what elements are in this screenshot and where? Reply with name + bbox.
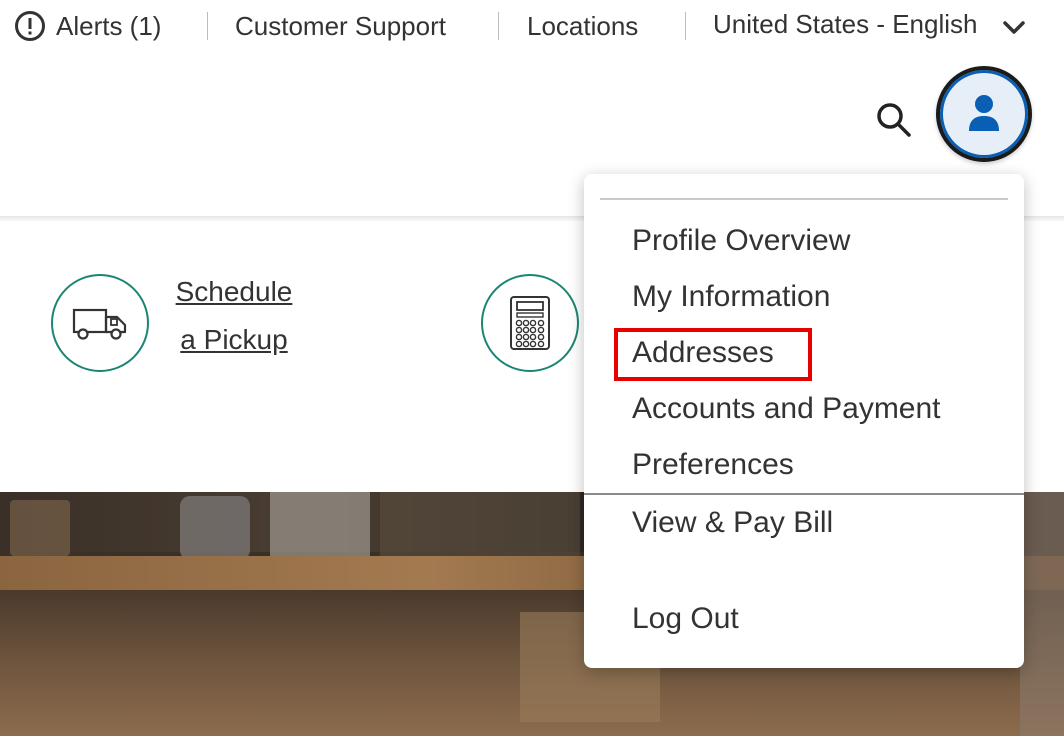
pickup-icon-circle[interactable] [51,274,149,372]
search-icon[interactable] [874,100,914,140]
menu-item-my-information[interactable]: My Information [632,277,830,317]
utility-bar: Alerts (1) Customer Support Locations Un… [0,0,1064,52]
alerts-link[interactable]: Alerts (1) [56,8,161,44]
menu-divider [584,493,1024,495]
menu-item-addresses[interactable]: Addresses [632,333,774,373]
calculator-icon [510,296,550,350]
separator [498,12,499,40]
menu-item-log-out[interactable]: Log Out [632,599,739,639]
hero-object [10,500,70,556]
account-avatar-button[interactable] [936,66,1032,162]
customer-support-link[interactable]: Customer Support [235,8,446,44]
alert-icon [15,11,45,41]
menu-item-view-pay-bill[interactable]: View & Pay Bill [632,503,833,543]
menu-item-preferences[interactable]: Preferences [632,445,794,485]
chevron-down-icon[interactable] [1000,14,1028,42]
menu-item-profile-overview[interactable]: Profile Overview [632,221,850,261]
language-selector[interactable]: United States - English [713,6,977,42]
account-menu: Profile Overview My Information Addresse… [584,174,1024,668]
schedule-pickup-link-line2[interactable]: a Pickup [171,316,297,364]
menu-top-rule [600,198,1008,200]
locations-link[interactable]: Locations [527,8,638,44]
hero-object [270,492,370,562]
truck-icon [72,308,127,340]
separator [207,12,208,40]
user-icon [969,95,999,131]
schedule-pickup-link[interactable]: Schedule [171,268,297,316]
calculator-icon-circle[interactable] [481,274,579,372]
hero-object [1020,492,1064,736]
hero-object [380,492,580,562]
separator [685,12,686,40]
menu-item-accounts-and-payment[interactable]: Accounts and Payment [632,389,941,429]
hero-object [180,496,250,560]
